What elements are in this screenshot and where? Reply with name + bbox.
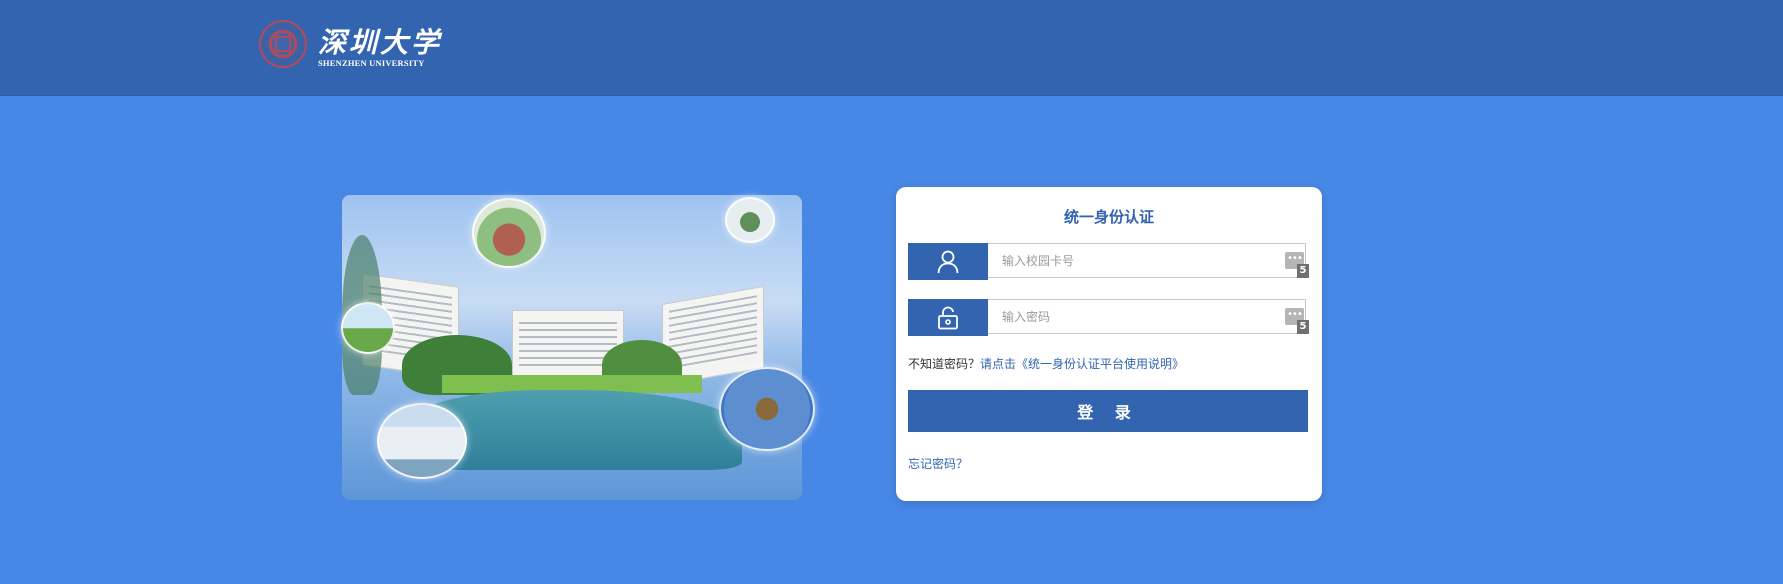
campus-bubble-stone (472, 198, 546, 268)
top-header: 深圳大学 SHENZHEN UNIVERSITY (0, 0, 1783, 96)
login-title: 统一身份认证 (1063, 208, 1154, 226)
password-field: 输入密码 ••• 5 (908, 299, 1309, 336)
university-logo[interactable]: 深圳大学 SHENZHEN UNIVERSITY (259, 19, 439, 71)
logo-english-name: SHENZHEN UNIVERSITY (318, 58, 425, 68)
login-button[interactable]: 登 录 (908, 390, 1308, 432)
campus-bubble-building (377, 403, 467, 479)
campus-bubble-sculpture (719, 367, 815, 451)
login-card: 统一身份认证 输入校园卡号 ••• 5 输入密码 ••• 5 不知道密码？请点击… (896, 187, 1322, 501)
password-placeholder: 输入密码 (1002, 310, 1051, 324)
password-input[interactable]: 输入密码 (988, 299, 1306, 334)
university-seal-icon (259, 20, 307, 68)
username-placeholder: 输入校园卡号 (1002, 254, 1075, 268)
campus-bubble-lawn (341, 302, 395, 354)
user-guide-link[interactable]: 请点击《统一身份认证平台使用说明》 (980, 357, 1184, 371)
campus-bubble-plant (725, 197, 775, 243)
password-badge: 5 (1297, 320, 1309, 334)
forgot-password-link[interactable]: 忘记密码？ (908, 455, 968, 472)
username-badge: 5 (1297, 264, 1309, 278)
logo-chinese-name: 深圳大学 (318, 26, 443, 59)
username-input[interactable]: 输入校园卡号 (988, 243, 1306, 278)
username-field: 输入校园卡号 ••• 5 (908, 243, 1309, 280)
unlock-icon (908, 299, 988, 336)
password-hint: 不知道密码？请点击《统一身份认证平台使用说明》 (908, 355, 1184, 372)
user-icon (908, 243, 988, 280)
hint-prefix: 不知道密码？ (908, 357, 981, 371)
